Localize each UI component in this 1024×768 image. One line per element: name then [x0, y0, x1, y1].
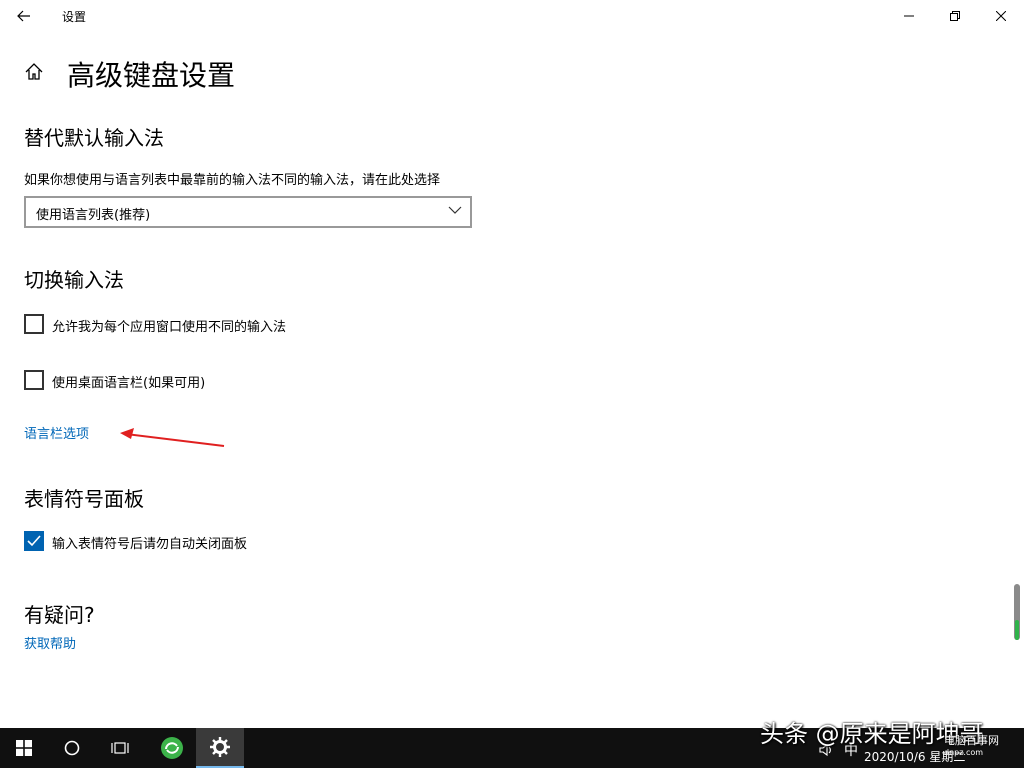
desktop-language-bar-label: 使用桌面语言栏(如果可用): [52, 376, 206, 391]
task-view-button[interactable]: [96, 728, 144, 768]
search-circle-icon: [64, 740, 80, 756]
per-app-input-checkbox[interactable]: [24, 314, 44, 334]
page-title: 高级键盘设置: [67, 59, 236, 92]
close-button[interactable]: [978, 0, 1024, 32]
section-title-emoji: 表情符号面板: [24, 487, 144, 511]
annotation-arrow-icon: [120, 428, 225, 447]
watermark-site: 电脑百事网: [944, 734, 999, 747]
desktop-language-bar-checkbox[interactable]: [24, 370, 44, 390]
browser-icon: [161, 737, 183, 759]
per-app-input-label: 允许我为每个应用窗口使用不同的输入法: [52, 320, 287, 335]
override-description: 如果你想使用与语言列表中最靠前的输入法不同的输入法，请在此处选择: [24, 173, 441, 188]
chevron-down-icon: [448, 206, 462, 214]
dropdown-value: 使用语言列表(推荐): [36, 208, 151, 223]
scroll-indicator: [1015, 620, 1019, 640]
section-title-override: 替代默认输入法: [24, 126, 164, 150]
restore-button[interactable]: [932, 0, 978, 32]
close-icon: [996, 11, 1006, 21]
home-icon: [25, 63, 43, 80]
checkmark-icon: [27, 535, 41, 547]
browser-taskbar-button[interactable]: [148, 728, 196, 768]
section-title-switch: 切换输入法: [24, 268, 124, 292]
emoji-panel-label: 输入表情符号后请勿自动关闭面板: [52, 537, 248, 552]
input-method-dropdown[interactable]: 使用语言列表(推荐): [24, 196, 472, 228]
gear-icon: [210, 737, 230, 757]
language-bar-options-link[interactable]: 语言栏选项: [24, 423, 89, 442]
home-button[interactable]: [24, 62, 44, 86]
windows-logo-icon: [16, 740, 32, 756]
minimize-button[interactable]: [886, 0, 932, 32]
back-arrow-icon: [17, 10, 30, 22]
search-button[interactable]: [48, 728, 96, 768]
start-button[interactable]: [0, 728, 48, 768]
title-bar: 设置: [0, 0, 1024, 32]
section-title-help: 有疑问?: [24, 603, 95, 627]
emoji-panel-checkbox[interactable]: [24, 531, 44, 551]
settings-taskbar-button[interactable]: [196, 728, 244, 768]
back-button[interactable]: [8, 2, 40, 30]
app-title: 设置: [62, 10, 87, 24]
minimize-icon: [904, 15, 914, 17]
restore-icon: [950, 11, 960, 21]
task-view-icon: [111, 742, 129, 754]
get-help-link[interactable]: 获取帮助: [24, 633, 76, 652]
watermark-url: dnpz.com: [944, 748, 984, 757]
